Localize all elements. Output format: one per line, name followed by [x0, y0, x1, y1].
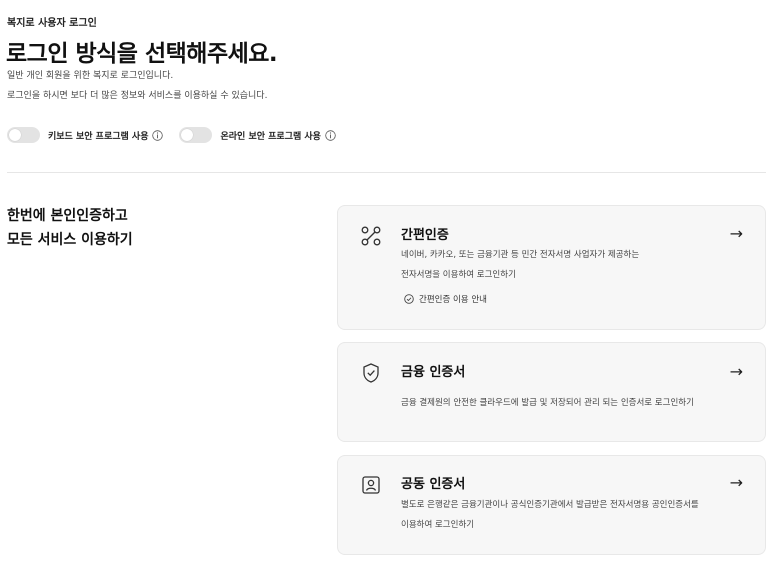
card-description-line: 금융 결제원의 안전한 클라우드에 발급 및 저장되어 관리 되는 인증서로 로… [401, 398, 694, 408]
page-description-2: 로그인을 하시면 보다 더 많은 정보와 서비스를 이용하실 수 있습니다. [7, 91, 268, 101]
info-icon[interactable] [325, 129, 336, 141]
card-title: 공동 인증서 [401, 477, 466, 492]
page-description-1: 일반 개인 회원을 위한 복지로 로그인입니다. [7, 71, 174, 81]
card-description: 별도로 은행같은 금융기관이나 공식인증기관에서 발급받은 전자서명용 공인인증… [401, 495, 746, 535]
guide-label: 간편인증 이용 안내 [419, 295, 487, 305]
financial-certificate-card[interactable]: 금융 인증서 금융 결제원의 안전한 클라우드에 발급 및 저장되어 관리 되는… [337, 342, 766, 442]
card-description-line: 별도로 은행같은 금융기관이나 공식인증기관에서 발급받은 전자서명용 공인인증… [401, 500, 699, 510]
online-security-toggle[interactable] [179, 127, 213, 143]
promo-line-1: 한번에 본인인증하고 [7, 208, 128, 224]
card-description: 네이버, 카카오, 또는 금융기관 등 민간 전자서명 사업자가 제공하는 전자… [401, 245, 746, 285]
card-description-line: 네이버, 카카오, 또는 금융기관 등 민간 전자서명 사업자가 제공하는 [401, 250, 640, 260]
promo-text: 한번에 본인인증하고 모든 서비스 이용하기 [7, 204, 133, 252]
security-toggle-row: 키보드 보안 프로그램 사용 온라인 보안 프로그램 사용 [7, 127, 336, 143]
arrow-right-icon: → [729, 362, 743, 381]
info-icon[interactable] [152, 129, 164, 141]
card-description-line: 이용하여 로그인하기 [401, 520, 475, 530]
arrow-right-icon: → [729, 473, 743, 492]
check-circle-icon [404, 294, 414, 304]
card-title: 금융 인증서 [401, 365, 466, 380]
page-title: 로그인 방식을 선택해주세요. [6, 41, 278, 67]
card-title: 간편인증 [401, 228, 449, 243]
page-eyebrow: 복지로 사용자 로그인 [7, 18, 97, 29]
simple-auth-guide-link[interactable]: 간편인증 이용 안내 [404, 293, 487, 305]
keyboard-security-label: 키보드 보안 프로그램 사용 [48, 131, 149, 142]
card-description: 금융 결제원의 안전한 클라우드에 발급 및 저장되어 관리 되는 인증서로 로… [401, 393, 746, 413]
keyboard-security-toggle[interactable] [7, 127, 40, 143]
joint-certificate-card[interactable]: 공동 인증서 별도로 은행같은 금융기관이나 공식인증기관에서 발급받은 전자서… [337, 455, 766, 555]
promo-line-2: 모든 서비스 이용하기 [7, 232, 133, 248]
card-description-line: 전자서명을 이용하여 로그인하기 [401, 270, 516, 280]
section-divider [7, 172, 766, 173]
route-icon [360, 225, 382, 247]
id-card-icon [360, 474, 382, 496]
arrow-right-icon: → [729, 224, 743, 243]
online-security-label: 온라인 보안 프로그램 사용 [220, 131, 321, 142]
shield-check-icon [360, 362, 382, 384]
simple-auth-card[interactable]: 간편인증 네이버, 카카오, 또는 금융기관 등 민간 전자서명 사업자가 제공… [337, 205, 766, 330]
